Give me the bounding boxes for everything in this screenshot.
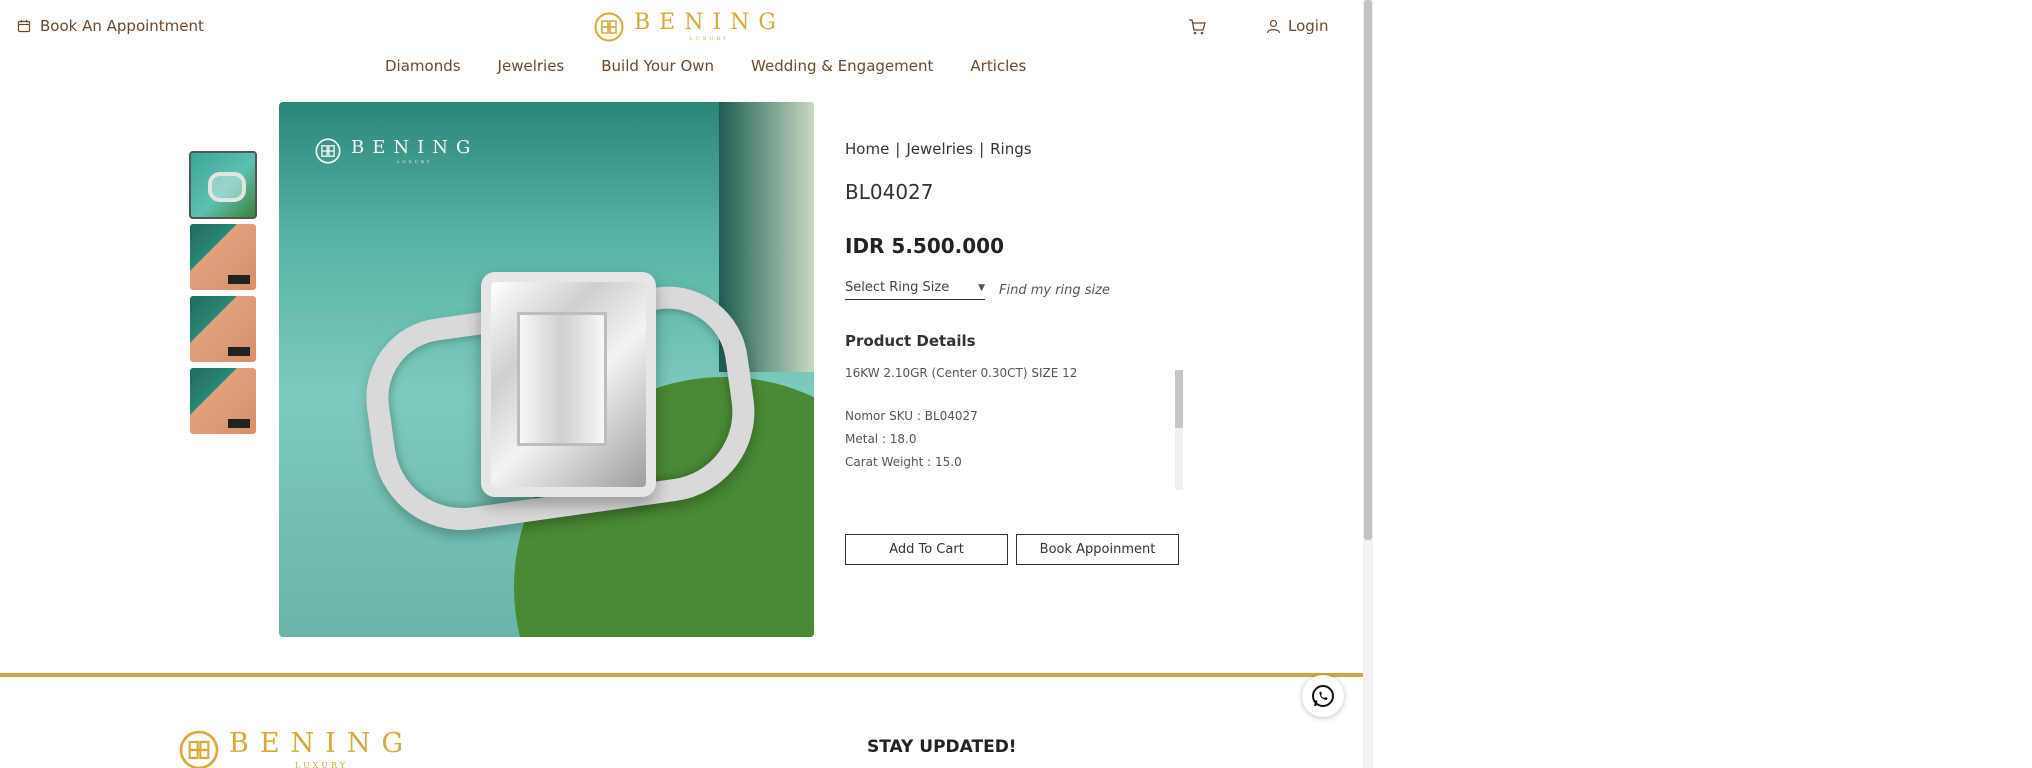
brand-logo[interactable]: BENING LUXURY <box>594 12 785 42</box>
add-to-cart-button[interactable]: Add To Cart <box>845 534 1008 565</box>
product-details-box: 16KW 2.10GR (Center 0.30CT) SIZE 12 Nomo… <box>845 362 1183 490</box>
brand-wordmark: BENING LUXURY <box>634 12 785 42</box>
top-bar: Book An Appointment BENING LUXURY Login <box>0 0 1363 54</box>
breadcrumb-home[interactable]: Home <box>845 140 889 158</box>
ring-thumbnail-graphic <box>208 172 246 202</box>
breadcrumb-separator: | <box>895 140 901 158</box>
stone-facet <box>517 312 607 446</box>
footer-brand-name: BENING <box>229 728 415 759</box>
page-scroll-thumb[interactable] <box>1364 0 1372 540</box>
footer-brand-sub: LUXURY <box>294 761 349 768</box>
ring-size-select[interactable]: Select Ring Size ▼ <box>845 280 985 300</box>
brand-mark-icon <box>315 138 341 164</box>
image-watermark-logo: BENING LUXURY <box>315 138 478 164</box>
brand-mark-icon <box>179 730 219 768</box>
nav-diamonds[interactable]: Diamonds <box>385 57 461 75</box>
thumbnail-tag <box>228 419 250 428</box>
product-price: IDR 5.500.000 <box>845 234 1005 258</box>
thumbnail-tag <box>228 347 250 356</box>
breadcrumb-jewelries[interactable]: Jewelries <box>906 140 973 158</box>
footer-wordmark: BENING LUXURY <box>229 730 414 768</box>
nav-jewelries[interactable]: Jewelries <box>498 57 565 75</box>
detail-metal: Metal : 18.0 <box>845 432 917 446</box>
nav-build-your-own[interactable]: Build Your Own <box>601 57 714 75</box>
breadcrumb-separator: | <box>979 140 985 158</box>
details-scrollbar[interactable] <box>1175 370 1183 490</box>
product-details-title: Product Details <box>845 332 976 350</box>
login-label: Login <box>1288 17 1329 35</box>
cart-icon[interactable] <box>1188 18 1206 36</box>
nav-articles[interactable]: Articles <box>970 57 1026 75</box>
watermark-wordmark: BENING LUXURY <box>351 136 479 164</box>
chevron-down-icon: ▼ <box>978 282 985 293</box>
stay-updated-heading: STAY UPDATED! <box>867 737 1017 757</box>
detail-description: 16KW 2.10GR (Center 0.30CT) SIZE 12 <box>845 366 1078 380</box>
product-main-image[interactable]: BENING LUXURY <box>279 102 814 637</box>
find-ring-size-link[interactable]: Find my ring size <box>999 283 1110 298</box>
book-appointment-link[interactable]: Book An Appointment <box>17 17 204 35</box>
product-sku-title: BL04027 <box>845 180 934 204</box>
main-nav: Diamonds Jewelries Build Your Own Weddin… <box>385 57 1026 75</box>
footer-logo[interactable]: BENING LUXURY <box>179 730 414 768</box>
book-appointment-button[interactable]: Book Appoinment <box>1016 534 1179 565</box>
ring-size-row: Select Ring Size ▼ Find my ring size <box>845 280 1185 300</box>
page: Book An Appointment BENING LUXURY Login … <box>0 0 1363 768</box>
ring-size-placeholder: Select Ring Size <box>845 280 950 295</box>
thumbnail-3[interactable] <box>190 296 256 362</box>
breadcrumb-rings[interactable]: Rings <box>990 140 1031 158</box>
watermark-sub: LUXURY <box>396 158 433 164</box>
brand-sub: LUXURY <box>689 36 730 42</box>
thumbnail-tag <box>228 275 250 284</box>
detail-sku: Nomor SKU : BL04027 <box>845 409 978 423</box>
page-scrollbar[interactable] <box>1363 0 1373 768</box>
watermark-name: BENING <box>351 136 479 158</box>
thumbnail-1[interactable] <box>189 151 257 219</box>
brand-name: BENING <box>634 10 785 35</box>
book-appointment-label: Book An Appointment <box>40 17 204 35</box>
nav-wedding-engagement[interactable]: Wedding & Engagement <box>751 57 933 75</box>
brand-mark-icon <box>594 12 624 42</box>
footer-divider <box>0 673 1363 677</box>
detail-carat: Carat Weight : 15.0 <box>845 455 962 469</box>
calendar-icon <box>17 20 31 33</box>
thumbnail-2[interactable] <box>190 224 256 290</box>
whatsapp-icon <box>1312 685 1334 707</box>
breadcrumb: Home | Jewelries | Rings <box>845 140 1185 158</box>
user-icon <box>1266 19 1281 33</box>
thumbnail-4[interactable] <box>190 368 256 434</box>
login-link[interactable]: Login <box>1266 17 1328 35</box>
action-buttons: Add To Cart Book Appoinment <box>845 534 1179 565</box>
thumbnail-list <box>189 151 257 434</box>
ring-stone-graphic <box>481 272 656 497</box>
details-scroll-thumb[interactable] <box>1175 370 1183 428</box>
whatsapp-button[interactable] <box>1302 675 1344 717</box>
product-info: Home | Jewelries | Rings BL04027 IDR 5.500.0… <box>845 140 1185 490</box>
